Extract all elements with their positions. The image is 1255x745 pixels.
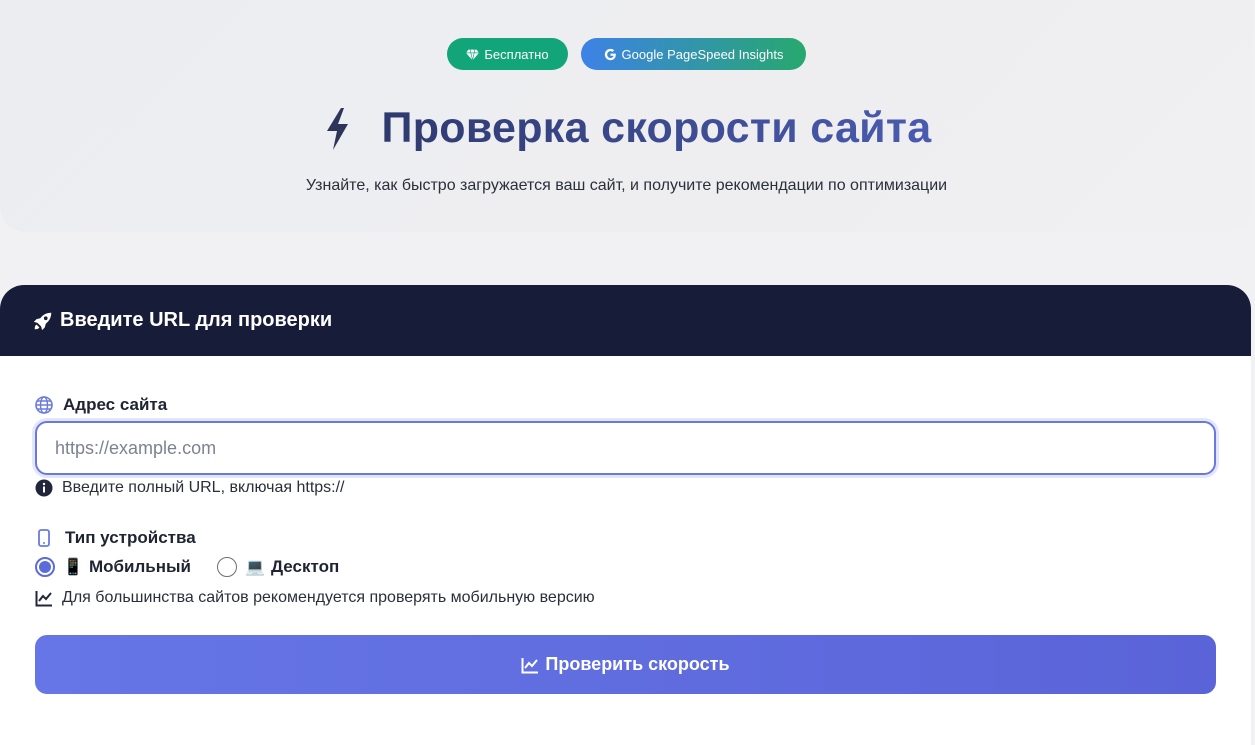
pagespeed-badge-label: Google PageSpeed Insights	[621, 46, 784, 62]
mobile-radio[interactable]	[35, 557, 55, 577]
check-form-card: Введите URL для проверки Адрес сайта Вве…	[0, 285, 1251, 745]
mobile-emoji-icon: 📱	[63, 559, 83, 576]
url-label-text: Адрес сайта	[63, 395, 168, 414]
form-header: Введите URL для проверки	[0, 285, 1251, 356]
title-row: Проверка скорости сайта	[0, 104, 1253, 153]
url-input[interactable]	[35, 421, 1216, 475]
url-label: Адрес сайта	[35, 395, 167, 415]
device-radio-group: 📱 Мобильный 💻 Десктоп	[35, 557, 365, 577]
url-hint: Введите полный URL, включая https://	[35, 479, 345, 497]
device-label-text: Тип устройства	[65, 528, 196, 547]
google-icon	[604, 48, 616, 60]
chart-line-icon	[521, 657, 539, 673]
device-hint-text: Для большинства сайтов рекомендуется про…	[62, 589, 595, 606]
mobile-icon	[38, 529, 50, 547]
form-heading: Введите URL для проверки	[60, 309, 333, 331]
page-title: Проверка скорости сайта	[381, 104, 932, 152]
desktop-radio[interactable]	[216, 557, 237, 577]
device-hint: Для большинства сайтов рекомендуется про…	[35, 589, 595, 607]
check-speed-button[interactable]: Проверить скорость	[35, 635, 1216, 694]
url-hint-text: Введите полный URL, включая https://	[62, 479, 345, 496]
lightning-icon	[322, 107, 352, 151]
gem-icon	[466, 49, 480, 60]
device-label: Тип устройства	[35, 528, 196, 548]
globe-icon	[35, 396, 53, 414]
chart-line-icon	[35, 591, 52, 607]
info-icon	[35, 479, 53, 497]
device-option-desktop[interactable]: 💻 Десктоп	[216, 557, 340, 577]
free-badge-label: Бесплатно	[484, 46, 549, 62]
pagespeed-badge: Google PageSpeed Insights	[581, 38, 806, 70]
check-speed-label: Проверить скорость	[545, 654, 730, 674]
device-option-mobile[interactable]: 📱 Мобильный	[35, 557, 191, 577]
free-badge: Бесплатно	[447, 38, 568, 70]
desktop-emoji-icon: 💻	[244, 559, 265, 576]
hero-section: Бесплатно Google PageSpeed Insights Пров…	[0, 0, 1253, 232]
badge-row: Бесплатно Google PageSpeed Insights	[0, 38, 1253, 70]
desktop-option-label: Десктоп	[270, 557, 340, 576]
page-subtitle: Узнайте, как быстро загружается ваш сайт…	[305, 177, 948, 194]
rocket-icon	[33, 312, 52, 330]
mobile-option-label: Мобильный	[89, 557, 191, 576]
